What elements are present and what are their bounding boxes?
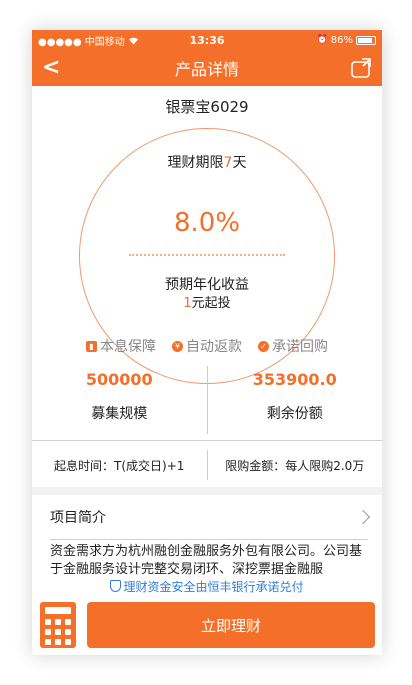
project-intro-row[interactable]: 项目简介	[32, 496, 382, 538]
product-name: 银票宝6029	[165, 98, 249, 116]
nav-bar: < 产品详情	[32, 50, 382, 86]
calculator-icon	[45, 607, 71, 614]
divider	[32, 440, 382, 441]
annual-rate: 8.0%	[173, 208, 241, 238]
terms-row: 起息时间：T(成交日)+1 限购金额：每人限购2.0万	[32, 442, 382, 488]
feature-list: ▮ 本息保障 ¥ 自动返款 ✓ 承诺回购	[32, 336, 382, 356]
raise-value: 500000	[85, 370, 153, 389]
invest-now-button[interactable]: 立即理财	[87, 602, 375, 648]
term-line: 理财期限7天	[167, 155, 247, 171]
project-intro-text: 资金需求方为杭州融创金融服务外包有限公司。公司基于金融服务设计完整交易闭环、深挖…	[50, 544, 363, 577]
feature-auto-refund: ¥ 自动返款	[172, 336, 242, 356]
stat-raise: 500000 募集规模	[32, 364, 207, 436]
raise-label: 募集规模	[91, 406, 148, 422]
shield-icon	[110, 580, 122, 592]
divider	[50, 539, 368, 540]
dotted-divider	[129, 254, 285, 256]
purchase-limit: 限购金额：每人限购2.0万	[225, 458, 365, 473]
stats-row: 500000 募集规模 353900.0 剩余份额	[32, 364, 382, 436]
status-time: 13:36	[189, 33, 225, 47]
min-investment: 1元起投	[183, 296, 231, 311]
remain-label: 剩余份额	[266, 406, 323, 422]
share-button[interactable]	[350, 57, 372, 83]
calculator-button[interactable]	[40, 602, 76, 648]
section-separator	[32, 487, 382, 495]
battery-icon	[356, 35, 376, 45]
phone-screen: ●●●●● 中国移动 13:36 ⏰ 86% < 产品详情 银票宝6029 理财…	[32, 30, 382, 655]
project-intro-title: 项目简介	[50, 510, 106, 526]
chevron-right-icon	[355, 509, 371, 525]
safety-notice: 理财资金安全由恒丰银行承诺兑付	[32, 578, 382, 595]
buyback-icon: ✓	[258, 340, 269, 352]
stat-remain: 353900.0 剩余份额	[208, 364, 383, 436]
status-bar: ●●●●● 中国移动 13:36 ⏰ 86%	[32, 30, 382, 50]
guarantee-icon: ▮	[86, 340, 97, 352]
back-button[interactable]: <	[42, 56, 60, 80]
rate-label: 预期年化收益	[165, 277, 249, 293]
share-icon	[351, 58, 371, 78]
bottom-bar: 立即理财	[32, 600, 382, 655]
auto-refund-icon: ¥	[172, 340, 183, 352]
feature-buyback: ✓ 承诺回购	[258, 336, 328, 356]
start-time: 起息时间：T(成交日)+1	[54, 458, 185, 473]
feature-guarantee: ▮ 本息保障	[86, 336, 156, 356]
page-title: 产品详情	[174, 60, 239, 79]
remain-value: 353900.0	[252, 370, 337, 389]
